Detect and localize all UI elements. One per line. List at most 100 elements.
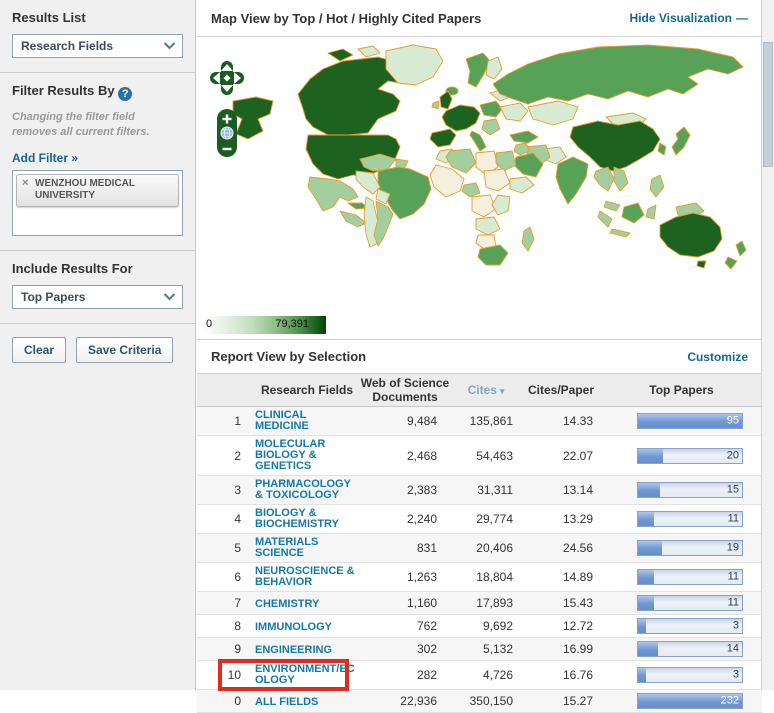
filter-by-heading: Filter Results By ? <box>12 83 183 101</box>
main-panel: Map View by Top / Hot / Highly Cited Pap… <box>197 0 762 690</box>
top-papers-cell: 11 <box>601 595 762 611</box>
bar-fill <box>638 449 663 463</box>
cites-cell: 4,726 <box>451 668 521 682</box>
help-icon[interactable]: ? <box>118 87 132 101</box>
bar-value: 232 <box>721 696 739 707</box>
world-map[interactable] <box>228 39 760 287</box>
cites-paper-cell: 15.27 <box>521 694 601 708</box>
country-new-zealand <box>736 241 746 256</box>
cites-paper-cell: 14.89 <box>521 570 601 584</box>
top-papers-cell: 19 <box>601 540 762 556</box>
field-link[interactable]: NEUROSCIENCE & BEHAVIOR <box>255 566 359 588</box>
bar-value: 11 <box>728 598 739 609</box>
bar-value: 19 <box>727 543 739 554</box>
include-results-value: Top Papers <box>21 290 85 304</box>
bar-fill <box>638 642 658 656</box>
field-link[interactable]: BIOLOGY & BIOCHEMISTRY <box>255 508 359 530</box>
island-tasmania <box>697 261 706 268</box>
filter-by-heading-label: Filter Results By <box>12 83 115 98</box>
include-results-select[interactable]: Top Papers <box>12 285 183 309</box>
field-link[interactable]: ENGINEERING <box>255 645 332 656</box>
field-link[interactable]: IMMUNOLOGY <box>255 622 332 633</box>
filter-chip[interactable]: × WENZHOU MEDICAL UNIVERSITY <box>16 174 179 207</box>
country-angola-zambia <box>476 217 500 235</box>
top-papers-bar: 3 <box>637 667 743 683</box>
zoom-control[interactable] <box>216 108 238 158</box>
bar-fill <box>638 596 654 610</box>
bar-value: 11 <box>728 572 739 583</box>
field-cell: PHARMACOLOGY & TOXICOLOGY <box>255 479 359 501</box>
scrollbar-thumb[interactable] <box>763 42 773 167</box>
field-link[interactable]: MATERIALS SCIENCE <box>255 537 359 559</box>
country-philippines <box>650 175 664 197</box>
field-link[interactable]: MOLECULAR BIOLOGY & GENETICS <box>255 439 359 472</box>
country-egypt <box>496 151 516 171</box>
table-row: 1 CLINICAL MEDICINE 9,484 135,861 14.33 … <box>197 407 762 436</box>
clear-button[interactable]: Clear <box>12 337 66 363</box>
country-india <box>556 157 588 204</box>
filter-section: Filter Results By ? Changing the filter … <box>0 73 195 251</box>
docs-cell: 22,936 <box>359 694 451 708</box>
island-borneo <box>622 203 644 223</box>
country-japan <box>672 127 690 155</box>
map-title: Map View by Top / Hot / Highly Cited Pap… <box>211 11 481 26</box>
include-results-heading: Include Results For <box>12 261 183 276</box>
east-africa <box>492 195 510 215</box>
legend-max: 79,391 <box>275 318 309 330</box>
cites-cell: 20,406 <box>451 541 521 555</box>
rank-cell: 7 <box>197 596 241 610</box>
cites-paper-cell: 22.07 <box>521 449 601 463</box>
field-link[interactable]: CLINICAL MEDICINE <box>255 410 359 432</box>
country-turkey <box>510 131 538 143</box>
pan-control[interactable] <box>208 59 246 97</box>
column-cites[interactable]: Cites▾ <box>451 383 521 397</box>
cites-paper-cell: 13.14 <box>521 483 601 497</box>
field-link[interactable]: PHARMACOLOGY & TOXICOLOGY <box>255 479 359 501</box>
field-link[interactable]: ENVIRONMENT/ECOLOGY <box>255 664 359 686</box>
report-table-body: 1 CLINICAL MEDICINE 9,484 135,861 14.33 … <box>197 407 762 713</box>
top-papers-cell: 11 <box>601 569 762 585</box>
hide-visualization-link[interactable]: Hide Visualization— <box>630 11 748 25</box>
country-ireland <box>432 101 439 109</box>
docs-cell: 2,383 <box>359 483 451 497</box>
table-row: 7 CHEMISTRY 1,160 17,893 15.43 11 <box>197 592 762 615</box>
field-cell: MATERIALS SCIENCE <box>255 537 359 559</box>
field-link[interactable]: ALL FIELDS <box>255 697 318 708</box>
bar-fill <box>638 668 646 682</box>
scrollbar[interactable] <box>761 0 774 690</box>
field-cell: IMMUNOLOGY <box>255 619 359 633</box>
top-papers-bar: 232 <box>637 693 743 709</box>
bar-value: 15 <box>727 485 739 496</box>
report-title: Report View by Selection <box>211 349 366 364</box>
map-controls <box>208 59 248 163</box>
add-filter-link[interactable]: Add Filter » <box>12 151 78 165</box>
country-italy <box>470 131 486 151</box>
results-list-value: Research Fields <box>21 39 113 53</box>
top-papers-cell: 15 <box>601 482 762 498</box>
field-link[interactable]: CHEMISTRY <box>255 599 319 610</box>
country-new-zealand-south <box>725 257 737 269</box>
hide-visualization-label: Hide Visualization <box>630 11 732 25</box>
table-row: 9 ENGINEERING 302 5,132 16.99 14 <box>197 638 762 661</box>
top-papers-bar: 95 <box>637 413 743 429</box>
top-papers-bar: 3 <box>637 618 743 634</box>
cites-cell: 5,132 <box>451 642 521 656</box>
top-papers-cell: 95 <box>601 413 762 429</box>
field-cell: ALL FIELDS <box>255 694 359 708</box>
rank-cell: 6 <box>197 570 241 584</box>
country-nigeria <box>462 183 480 197</box>
top-papers-cell: 3 <box>601 618 762 634</box>
save-criteria-button[interactable]: Save Criteria <box>76 337 173 363</box>
results-list-heading: Results List <box>12 10 183 25</box>
top-papers-bar: 11 <box>637 569 743 585</box>
cites-cell: 54,463 <box>451 449 521 463</box>
results-list-select[interactable]: Research Fields <box>12 34 183 58</box>
field-cell: NEUROSCIENCE & BEHAVIOR <box>255 566 359 588</box>
legend-min: 0 <box>206 318 212 330</box>
country-russia <box>493 45 743 104</box>
customize-link[interactable]: Customize <box>687 350 748 364</box>
bar-value: 95 <box>727 416 739 427</box>
field-cell: CLINICAL MEDICINE <box>255 410 359 432</box>
column-top-papers: Top Papers <box>601 383 762 397</box>
remove-filter-icon[interactable]: × <box>22 177 28 191</box>
